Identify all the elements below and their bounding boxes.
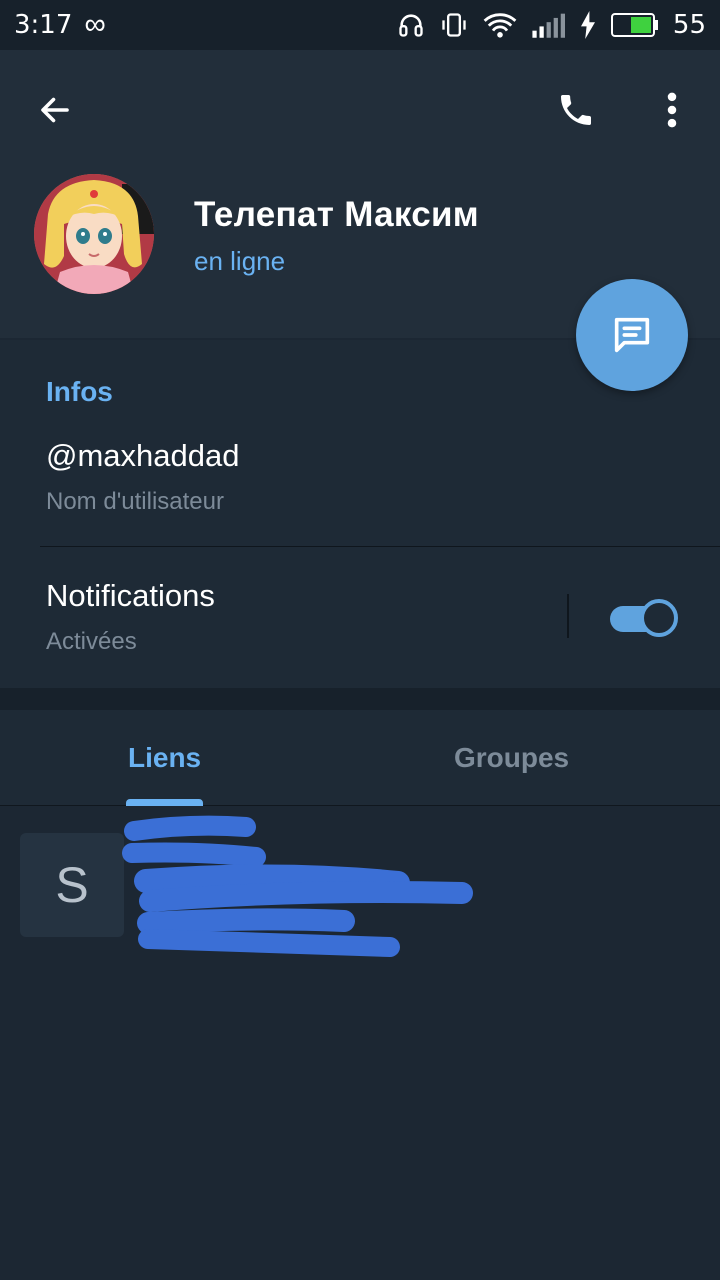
tab-groups[interactable]: Groupes [454, 710, 569, 806]
battery-level: 55 [672, 10, 706, 40]
charging-icon [580, 11, 595, 39]
notifications-status: Activées [46, 628, 137, 655]
contact-name: Телепат Максим [194, 195, 479, 234]
signal-icon [532, 13, 565, 38]
notifications-toggle[interactable] [610, 598, 678, 638]
infinity-icon: ∞ [84, 8, 106, 41]
notifications-title[interactable]: Notifications [46, 578, 215, 614]
list-item[interactable]: S [0, 807, 720, 957]
status-time: 3:17 [14, 10, 73, 40]
active-tab-indicator [126, 799, 203, 806]
vertical-divider [567, 594, 569, 638]
wifi-icon [483, 13, 517, 38]
link-thumbnail: S [20, 833, 124, 937]
arrow-left-icon [41, 97, 69, 123]
media-tabs: Liens Groupes [0, 710, 720, 806]
more-vertical-icon [667, 92, 677, 128]
headphones-icon [399, 14, 423, 37]
links-list: S [0, 807, 720, 1280]
username-label: Nom d'utilisateur [46, 488, 224, 515]
section-title-info: Infos [46, 376, 113, 407]
tab-links[interactable]: Liens [128, 710, 201, 806]
avatar[interactable] [34, 174, 154, 294]
status-bar: 3:17 ∞ 55 [0, 0, 720, 50]
status-icons: 55 [397, 10, 706, 40]
back-button[interactable] [30, 85, 80, 135]
contact-status: en ligne [194, 246, 286, 276]
username-value[interactable]: @maxhaddad [46, 438, 239, 474]
vibrate-icon [442, 13, 466, 37]
info-section: Infos @maxhaddad Nom d'utilisateur Notif… [0, 340, 720, 688]
toggle-thumb [640, 599, 678, 637]
more-options-button[interactable] [650, 82, 694, 138]
phone-icon [561, 95, 591, 125]
avatar-image [34, 174, 154, 294]
call-button[interactable] [548, 82, 604, 138]
section-separator [0, 688, 720, 710]
send-message-button[interactable] [576, 279, 688, 391]
divider [40, 546, 720, 547]
battery-icon [610, 13, 658, 37]
message-icon [614, 317, 650, 353]
